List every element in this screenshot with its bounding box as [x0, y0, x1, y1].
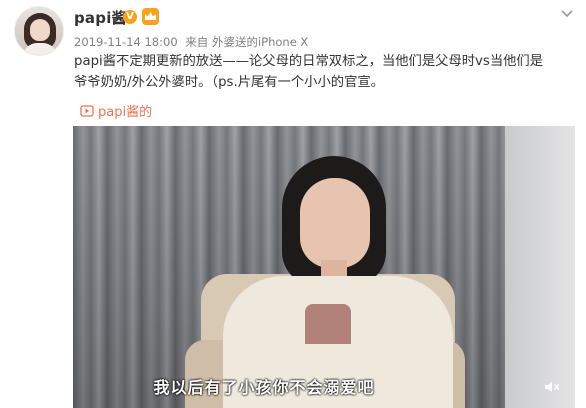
mute-icon[interactable] — [543, 378, 561, 396]
avatar[interactable] — [14, 6, 64, 56]
post-text-line: 爷爷奶奶/外公外婆时。（ps.片尾有一个小小的官宣。 — [74, 75, 384, 90]
post-timestamp[interactable]: 2019-11-14 18:00 — [74, 35, 178, 49]
post-text: papi酱不定期更新的放送——论父母的日常双标之，当他们是父母时vs当他们是 爷… — [74, 51, 574, 93]
source-prefix: 来自 — [185, 35, 209, 49]
video-subtitle: 我以后有了小孩你不会溺爱吧 — [153, 378, 375, 397]
avatar-face — [30, 19, 50, 41]
video-person-face — [300, 178, 370, 268]
author-name[interactable]: papi酱 — [74, 7, 127, 28]
post-source[interactable]: 外婆送的iPhone X — [212, 35, 308, 49]
video-player[interactable]: 我以后有了小孩你不会溺爱吧 — [73, 126, 575, 408]
v-badge-icon: V — [123, 10, 137, 24]
video-link-label[interactable]: papi酱的 — [98, 101, 152, 120]
chevron-down-icon[interactable] — [560, 5, 574, 19]
post-text-line: papi酱不定期更新的放送——论父母的日常双标之，当他们是父母时vs当他们是 — [74, 54, 544, 69]
video-link[interactable]: papi酱的 — [80, 101, 152, 120]
video-person-top — [305, 304, 351, 344]
video-play-icon — [80, 104, 94, 117]
crown-icon — [142, 8, 159, 25]
video-wall — [505, 126, 575, 408]
post-meta: 2019-11-14 18:00 来自 外婆送的iPhone X — [74, 34, 308, 50]
